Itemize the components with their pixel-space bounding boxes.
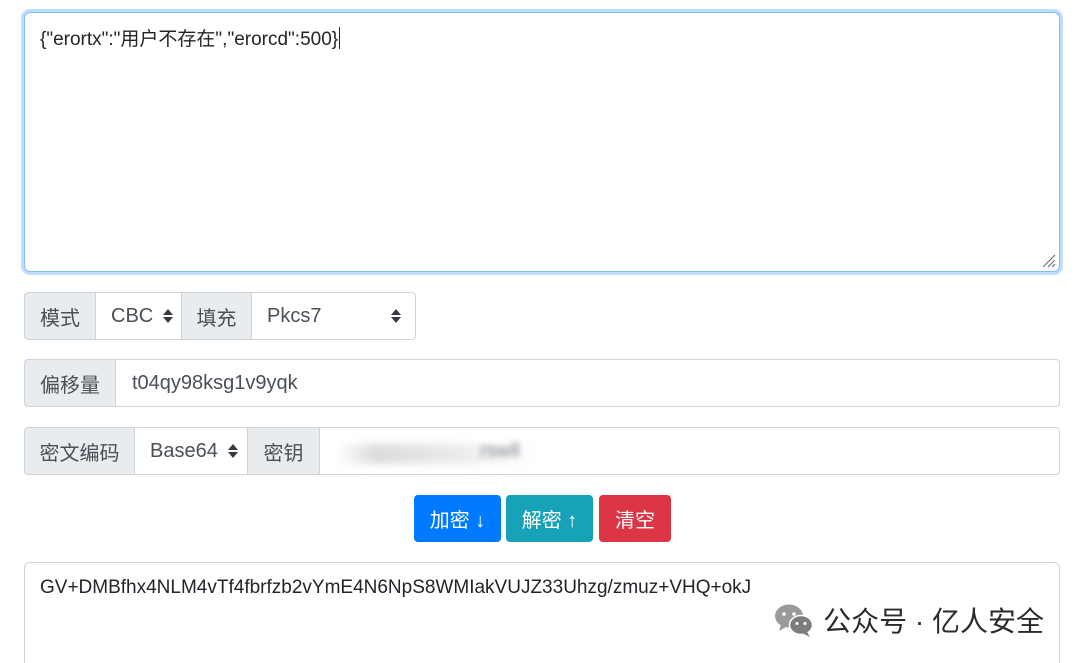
mode-label: 模式	[24, 292, 96, 340]
decrypt-button[interactable]: 解密 ↑	[506, 495, 593, 542]
plaintext-textarea[interactable]: {"erortx":"用户不存在","erorcd":500}	[24, 12, 1060, 272]
padding-select-value: Pkcs7	[267, 304, 322, 327]
iv-input-value: t04qy98ksg1v9yqk	[132, 371, 298, 394]
ciphertext-value: GV+DMBfhx4NLM4vTf4fbrfzb2vYmE4N6NpS8WMIa…	[40, 577, 752, 598]
iv-label: 偏移量	[24, 359, 116, 407]
mode-select-value: CBC	[111, 304, 154, 327]
wechat-watermark: 公众号 · 亿人安全	[773, 600, 1044, 640]
iv-group: 偏移量 t04qy98ksg1v9yqk	[24, 359, 1060, 407]
iv-input[interactable]: t04qy98ksg1v9yqk	[116, 359, 1060, 407]
clear-button[interactable]: 清空	[599, 495, 671, 542]
encoding-key-group: 密文编码 Base64 密钥 rswll	[24, 427, 1060, 475]
key-input[interactable]: rswll	[320, 427, 1060, 475]
mode-select[interactable]: CBC	[96, 292, 182, 340]
wechat-icon	[775, 604, 814, 637]
select-arrows-icon	[227, 444, 238, 458]
padding-select[interactable]: Pkcs7	[252, 292, 416, 340]
mode-padding-group: 模式 CBC 填充 Pkcs7	[24, 292, 416, 340]
key-label: 密钥	[248, 427, 320, 475]
plaintext-value: {"erortx":"用户不存在","erorcd":500}	[40, 29, 339, 50]
padding-label: 填充	[182, 292, 252, 340]
watermark-text: 公众号 · 亿人安全	[823, 606, 1044, 637]
cipher-encoding-label: 密文编码	[24, 427, 135, 475]
aes-tool-page: {"erortx":"用户不存在","erorcd":500} 模式 CBC 填…	[0, 0, 1080, 663]
cipher-encoding-value: Base64	[150, 439, 218, 462]
key-input-value: rswll	[480, 439, 520, 462]
resize-grip-icon[interactable]	[1040, 252, 1056, 268]
select-arrows-icon	[163, 309, 174, 323]
cipher-encoding-select[interactable]: Base64	[135, 427, 248, 475]
text-caret	[339, 27, 341, 49]
encrypt-button[interactable]: 加密 ↓	[414, 495, 501, 542]
select-arrows-icon	[391, 309, 401, 323]
